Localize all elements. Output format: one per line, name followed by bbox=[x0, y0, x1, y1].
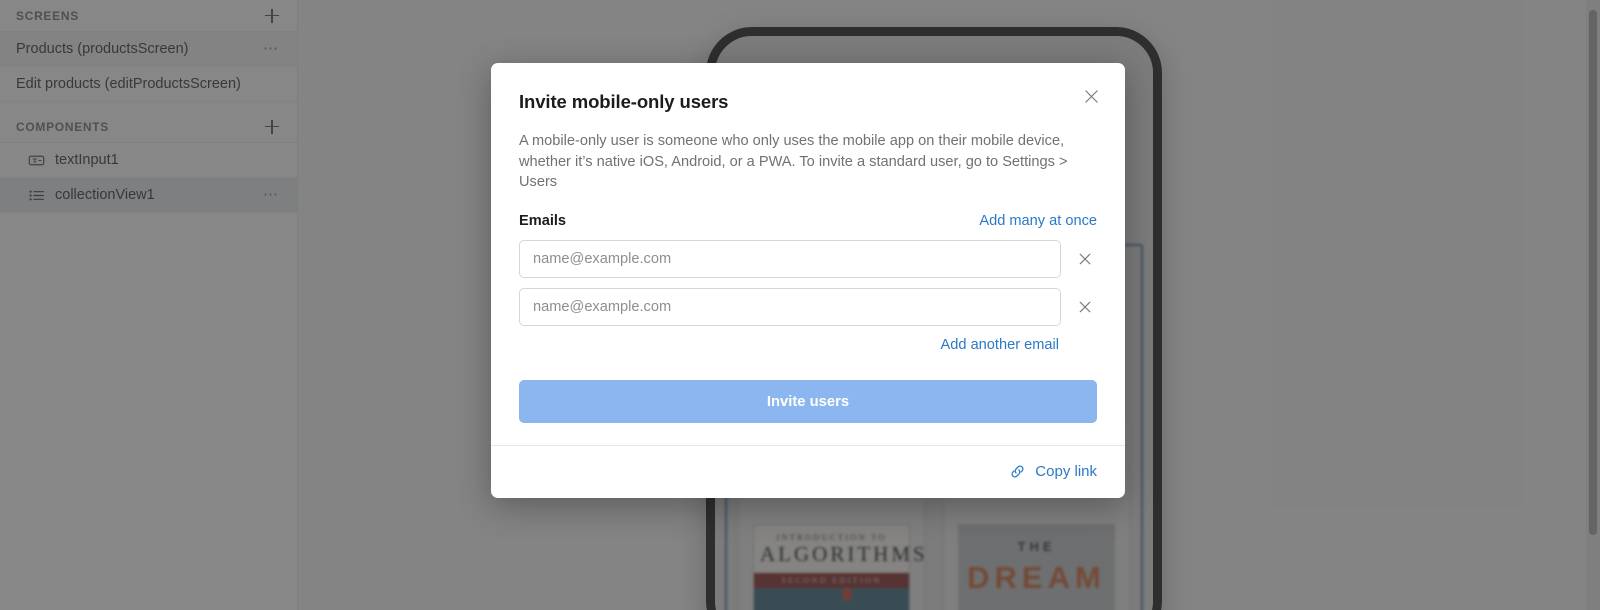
close-icon bbox=[1079, 301, 1091, 313]
link-icon bbox=[1011, 465, 1024, 478]
copy-link-label: Copy link bbox=[1035, 463, 1097, 481]
copy-link-button[interactable]: Copy link bbox=[1009, 463, 1097, 480]
modal-footer: Copy link bbox=[491, 445, 1125, 498]
modal-description: A mobile-only user is someone who only u… bbox=[519, 133, 1068, 191]
app-root: INTRODUCTION TO ALGORITHMS SECOND EDITIO… bbox=[0, 0, 1600, 610]
modal-title: Invite mobile-only users bbox=[519, 91, 729, 112]
add-another-email-row: Add another email bbox=[519, 336, 1059, 354]
invite-users-button[interactable]: Invite users bbox=[519, 380, 1097, 424]
remove-email-button-1[interactable] bbox=[1073, 247, 1097, 271]
add-another-email-link[interactable]: Add another email bbox=[941, 337, 1059, 353]
emails-label: Emails bbox=[519, 213, 567, 230]
email-row bbox=[519, 288, 1097, 327]
email-row bbox=[519, 240, 1097, 279]
close-modal-button[interactable] bbox=[1078, 83, 1104, 109]
add-many-at-once-link[interactable]: Add many at once bbox=[979, 213, 1097, 229]
close-icon bbox=[1084, 89, 1098, 103]
invite-users-modal: Invite mobile-only users A mobile-only u… bbox=[491, 63, 1125, 499]
email-input-1[interactable] bbox=[519, 240, 1061, 279]
close-icon bbox=[1079, 253, 1091, 265]
remove-email-button-2[interactable] bbox=[1073, 295, 1097, 319]
emails-header: Emails Add many at once bbox=[519, 213, 1097, 229]
email-input-2[interactable] bbox=[519, 288, 1061, 327]
modal-body: Invite mobile-only users A mobile-only u… bbox=[491, 63, 1125, 445]
